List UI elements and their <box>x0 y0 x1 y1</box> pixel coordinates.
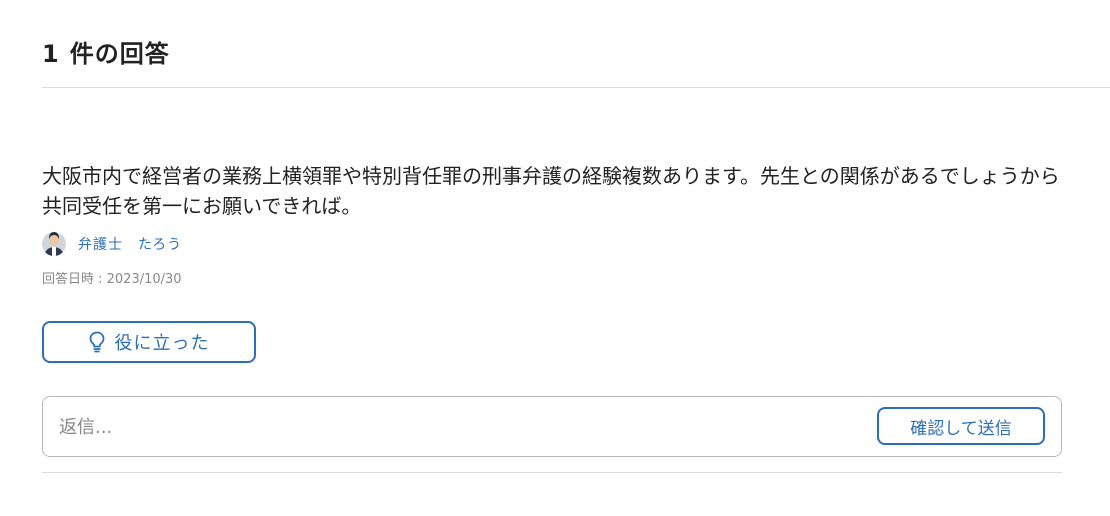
answer-body-text: 大阪市内で経営者の業務上横領罪や特別背任罪の刑事弁護の経験複数あります。先生との… <box>42 164 1060 218</box>
confirm-send-button[interactable]: 確認して送信 <box>877 407 1045 445</box>
reply-form: 確認して送信 <box>42 396 1062 457</box>
avatar[interactable] <box>42 232 66 256</box>
lightbulb-icon <box>89 331 104 353</box>
helpful-button-label: 役に立った <box>114 333 210 354</box>
answers-header: 1 件の回答 <box>42 36 1110 88</box>
helpful-button[interactable]: 役に立った <box>42 321 256 363</box>
author-name-link[interactable]: 弁護士 たろう <box>78 234 182 254</box>
answer-date: 回答日時 : 2023/10/30 <box>42 272 182 287</box>
divider <box>42 472 1062 473</box>
answer-author: 弁護士 たろう <box>42 232 182 256</box>
answer-count-number: 1 <box>42 40 60 68</box>
answer-count-title: 件の回答 <box>69 40 170 68</box>
reply-input[interactable] <box>59 411 859 443</box>
answer-count-heading: 1 件の回答 <box>42 36 1110 72</box>
